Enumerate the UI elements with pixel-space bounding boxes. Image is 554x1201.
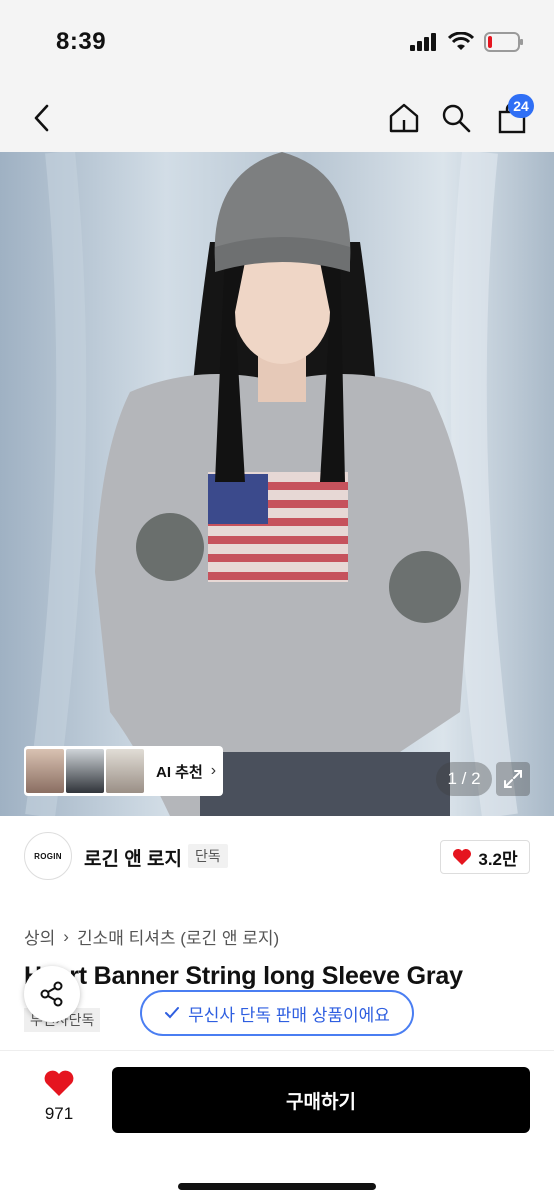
chevron-right-icon: › xyxy=(63,926,69,946)
status-bar: 8:39 xyxy=(0,0,554,88)
check-icon xyxy=(165,1007,180,1019)
breadcrumb-category[interactable]: 상의 xyxy=(24,924,55,949)
product-photo xyxy=(0,152,554,816)
bottom-action-bar: 971 구매하기 xyxy=(0,1050,554,1201)
brand-like-button[interactable]: 3.2만 xyxy=(440,840,530,874)
wishlist-button[interactable]: 971 xyxy=(34,1069,84,1124)
cart-count-badge: 24 xyxy=(508,94,534,118)
chevron-left-icon xyxy=(34,104,49,132)
status-time: 8:39 xyxy=(56,28,107,55)
wishlist-count: 971 xyxy=(44,1104,74,1123)
ai-recommend-button[interactable]: AI 추천 › xyxy=(24,746,223,796)
brand-logo[interactable]: ROGIN xyxy=(24,832,72,880)
wifi-icon xyxy=(448,32,474,50)
brand-like-count: 3.2만 xyxy=(478,849,518,869)
breadcrumb: 상의 › 긴소매 티셔츠 (로긴 앤 로지) xyxy=(24,924,279,949)
exclusive-toast-label: 무신사 단독 판매 상품이에요 xyxy=(188,1005,390,1025)
home-indicator xyxy=(178,1183,376,1190)
ai-recommend-label: AI 추천 xyxy=(156,763,203,781)
ai-thumbnail-2 xyxy=(66,749,104,793)
cart-button[interactable]: 24 xyxy=(488,94,536,142)
home-icon xyxy=(389,103,419,133)
ai-thumbnail-3 xyxy=(106,749,144,793)
status-icons xyxy=(410,32,524,52)
heart-icon xyxy=(453,849,472,865)
share-icon xyxy=(40,981,63,1007)
search-button[interactable] xyxy=(432,94,480,142)
ai-thumbnail-1 xyxy=(26,749,64,793)
buy-button[interactable]: 구매하기 xyxy=(112,1067,530,1133)
breadcrumb-subcategory[interactable]: 긴소매 티셔츠 (로긴 앤 로지) xyxy=(77,924,279,949)
exclusive-badge: 단독 xyxy=(188,844,228,868)
exclusive-toast: 무신사 단독 판매 상품이에요 xyxy=(140,990,414,1036)
search-icon xyxy=(442,104,471,133)
nav-bar: 24 xyxy=(0,88,554,152)
battery-icon xyxy=(484,32,523,52)
signal-icon xyxy=(410,33,436,51)
chevron-right-icon: › xyxy=(210,762,217,779)
expand-icon xyxy=(504,770,522,788)
heart-icon xyxy=(44,1070,74,1096)
expand-image-button[interactable] xyxy=(496,762,530,796)
back-button[interactable] xyxy=(18,94,66,142)
brand-row: ROGIN 로긴 앤 로지 단독 3.2만 xyxy=(0,830,554,886)
product-title: Heart Banner String long Sleeve Gray xyxy=(24,962,463,990)
product-image[interactable]: AI 추천 › 1 / 2 xyxy=(0,152,554,816)
home-button[interactable] xyxy=(380,94,428,142)
brand-name[interactable]: 로긴 앤 로지 xyxy=(84,844,182,871)
image-page-counter: 1 / 2 xyxy=(436,762,492,796)
share-button[interactable] xyxy=(24,966,80,1022)
